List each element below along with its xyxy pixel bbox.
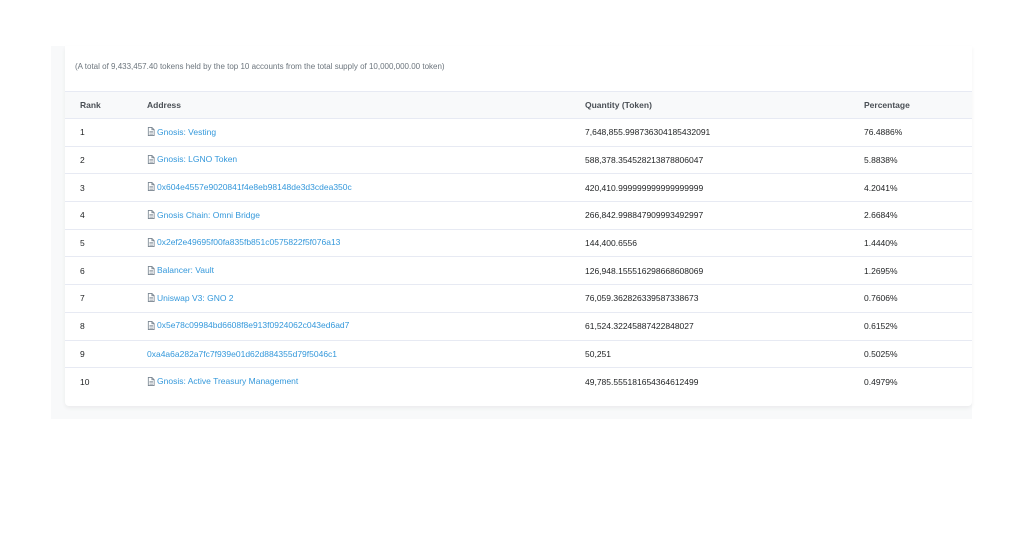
quantity-cell: 50,251	[585, 340, 864, 369]
rank-cell: 9	[65, 340, 147, 369]
address-cell: 0xa4a6a282a7fc7f939e01d62d884355d79f5046…	[147, 340, 585, 369]
percentage-cell: 1.2695%	[864, 256, 972, 286]
address-link[interactable]: 0x2ef2e49695f00fa835fb851c0575822f5f076a…	[147, 237, 340, 247]
rank-cell: 8	[65, 312, 147, 341]
rank-cell: 2	[65, 146, 147, 175]
document-icon	[147, 210, 155, 220]
quantity-cell: 266,842.998847909993492997	[585, 201, 864, 230]
address-link[interactable]: 0xa4a6a282a7fc7f939e01d62d884355d79f5046…	[147, 349, 337, 359]
percentage-cell: 4.2041%	[864, 173, 972, 203]
address-label: Gnosis: LGNO Token	[157, 154, 238, 165]
address-label: 0xa4a6a282a7fc7f939e01d62d884355d79f5046…	[147, 348, 338, 359]
rank-cell: 1	[65, 118, 147, 147]
table-row: 1 Gnosis: Vesting 7,648,855.99873630418543…	[65, 118, 972, 147]
address-cell: 0x2ef2e49695f00fa835fb851c0575822f5f076a…	[147, 229, 585, 258]
address-link[interactable]: Gnosis Chain: Omni Bridge	[147, 210, 260, 220]
address-link[interactable]: Balancer: Vault	[147, 265, 214, 275]
address-cell: 0x5e78c09984bd6608f8e913f0924062c043ed6a…	[147, 312, 585, 341]
percentage-cell: 0.6152%	[864, 312, 972, 341]
document-icon	[147, 265, 155, 275]
address-label: Gnosis: Active Treasury Management	[157, 376, 299, 387]
address-cell: Gnosis: Active Treasury Management	[147, 368, 585, 396]
percentage-cell: 0.4979%	[864, 376, 898, 387]
address-cell: Uniswap V3: GNO 2	[147, 284, 585, 313]
address-cell: Gnosis: LGNO Token	[147, 146, 585, 175]
column-header-quantity: Quantity (Token)	[585, 91, 864, 119]
table-row: 8 0x5e78c09984bd6608f8e913f0924062c043ed6…	[65, 312, 972, 341]
quantity-cell: 588,378.354528213878806047	[585, 146, 864, 175]
quantity-cell: 76,059.362826339587338673	[585, 284, 864, 313]
address-cell: Balancer: Vault	[147, 256, 585, 286]
quantity-cell: 7,648,855.998736304185432091	[585, 118, 864, 147]
rank-cell: 7	[65, 284, 147, 313]
address-label: 0x5e78c09984bd6608f8e913f0924062c043ed6a…	[157, 320, 350, 331]
address-label: Uniswap V3: GNO 2	[157, 292, 234, 303]
address-link[interactable]: 0x5e78c09984bd6608f8e913f0924062c043ed6a…	[147, 320, 349, 330]
percentage-cell: 5.8838%	[864, 146, 972, 175]
document-icon	[147, 320, 155, 330]
percentage-cell: 1.4440%	[864, 229, 972, 258]
percentage-cell: 76.4886%	[864, 118, 972, 147]
table-row: 5 0x2ef2e49695f00fa835fb851c0575822f5f076…	[65, 229, 972, 258]
table-row: 3 0x604e4557e9020841f4e8eb98148de3d3cdea3…	[65, 173, 972, 203]
document-icon	[147, 293, 155, 303]
address-label: Balancer: Vault	[157, 265, 215, 276]
address-label: 0x604e4557e9020841f4e8eb98148de3d3cdea35…	[157, 181, 352, 192]
holders-panel: (A total of 9,433,457.40 tokens held by …	[51, 46, 972, 419]
table-header-row: Rank Address Quantity (Token) Percentage	[65, 91, 972, 119]
address-label: Gnosis: Vesting	[157, 126, 217, 137]
document-icon	[147, 237, 155, 247]
percentage-cell: 0.7606%	[864, 284, 972, 313]
address-cell: 0x604e4557e9020841f4e8eb98148de3d3cdea35…	[147, 173, 585, 203]
column-header-percentage: Percentage	[864, 91, 972, 119]
address-link[interactable]: Uniswap V3: GNO 2	[147, 293, 234, 303]
address-label: 0x2ef2e49695f00fa835fb851c0575822f5f076a…	[157, 237, 341, 248]
quantity-cell: 420,410.999999999999999999	[585, 173, 864, 203]
holders-summary: (A total of 9,433,457.40 tokens held by …	[75, 62, 445, 71]
table-row: 10 Gnosis: Active Treasury Management 49,7…	[65, 368, 972, 396]
table-row: 9 0xa4a6a282a7fc7f939e01d62d884355d79f504…	[65, 340, 972, 369]
table-row: 2 Gnosis: LGNO Token 588,378.3545282138788…	[65, 146, 972, 175]
table-row: 6 Balancer: Vault 126,948.1555162986686080…	[65, 256, 972, 286]
column-header-rank: Rank	[65, 91, 147, 119]
rank-cell: 3	[65, 173, 147, 203]
holders-card: (A total of 9,433,457.40 tokens held by …	[65, 46, 972, 406]
table-row: 4 Gnosis Chain: Omni Bridge 266,842.998847…	[65, 201, 972, 230]
quantity-cell: 126,948.155516298668608069	[585, 256, 864, 286]
address-link[interactable]: 0x604e4557e9020841f4e8eb98148de3d3cdea35…	[147, 182, 352, 192]
quantity-cell: 49,785.555181654364612499	[585, 376, 699, 387]
address-cell: Gnosis: Vesting	[147, 118, 585, 147]
column-header-address: Address	[147, 91, 585, 119]
address-cell: Gnosis Chain: Omni Bridge	[147, 201, 585, 230]
rank-cell: 10	[80, 376, 90, 387]
rank-cell: 4	[65, 201, 147, 230]
percentage-cell: 0.5025%	[864, 340, 972, 369]
document-icon	[147, 376, 155, 386]
address-label: Gnosis Chain: Omni Bridge	[157, 209, 260, 220]
quantity-cell: 61,524.32245887422848027	[585, 312, 864, 341]
rank-cell: 5	[65, 229, 147, 258]
rank-cell: 6	[65, 256, 147, 286]
document-icon	[147, 127, 155, 137]
address-link[interactable]: Gnosis: LGNO Token	[147, 154, 237, 164]
address-link[interactable]: Gnosis: Active Treasury Management	[147, 376, 298, 386]
document-icon	[147, 182, 155, 192]
address-link[interactable]: Gnosis: Vesting	[147, 127, 216, 137]
holders-table: Rank Address Quantity (Token) Percentage…	[65, 91, 972, 395]
quantity-cell: 144,400.6556	[585, 229, 864, 258]
table-row: 7 Uniswap V3: GNO 2 76,059.362826339587338…	[65, 284, 972, 313]
document-icon	[147, 154, 155, 164]
percentage-cell: 2.6684%	[864, 201, 972, 230]
